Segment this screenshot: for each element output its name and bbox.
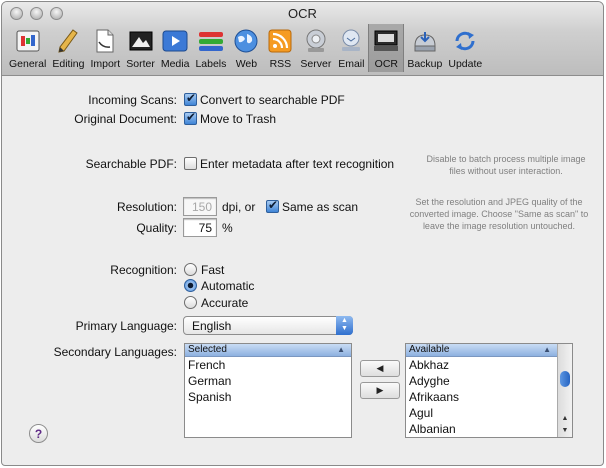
same-as-scan-checkbox[interactable]	[266, 198, 279, 213]
move-left-button[interactable]: ◀	[360, 360, 400, 377]
import-icon	[91, 27, 119, 55]
quality-field[interactable]: 75	[183, 218, 217, 237]
resolution-hint: Set the resolution and JPEG quality of t…	[409, 197, 589, 231]
list-item[interactable]: Abkhaz	[406, 357, 572, 373]
toolbar-item-ocr[interactable]: OCR	[368, 24, 405, 72]
convert-to-pdf-text: Convert to searchable PDF	[200, 93, 345, 107]
help-button[interactable]: ?	[29, 424, 48, 443]
preferences-toolbar: General Editing Import Sorter Media Labe…	[6, 24, 485, 72]
list-item[interactable]: Spanish	[185, 389, 351, 405]
toolbar-item-rss[interactable]: RSS	[263, 24, 297, 72]
toolbar-item-media[interactable]: Media	[158, 24, 193, 72]
list-item[interactable]: Agul	[406, 405, 572, 421]
toolbar-label: Sorter	[126, 58, 155, 70]
toolbar-label: Media	[160, 58, 190, 70]
move-to-trash-checkbox[interactable]	[184, 110, 197, 125]
toolbar-label: Update	[448, 58, 483, 70]
recognition-fast-text: Fast	[201, 263, 225, 277]
sort-ascending-icon: ▲	[337, 345, 345, 354]
selected-header-text: Selected	[188, 344, 227, 355]
toolbar-label: Email	[338, 58, 365, 70]
move-right-button[interactable]: ▶	[360, 382, 400, 399]
list-item[interactable]: French	[185, 357, 351, 373]
toolbar-item-import[interactable]: Import	[87, 24, 123, 72]
window-title: OCR	[288, 6, 317, 21]
scroll-down-arrow-icon[interactable]: ▼	[558, 425, 572, 437]
enter-metadata-checkbox[interactable]	[184, 157, 197, 170]
general-icon	[14, 27, 42, 55]
recognition-fast-radio[interactable]	[184, 263, 197, 276]
server-icon	[302, 27, 330, 55]
quality-label: Quality:	[136, 221, 177, 235]
toolbar-item-server[interactable]: Server	[297, 24, 334, 72]
toolbar-label: Editing	[52, 58, 85, 70]
email-icon	[337, 27, 365, 55]
same-as-scan-text: Same as scan	[282, 200, 359, 214]
toolbar-item-web[interactable]: Web	[229, 24, 263, 72]
list-item[interactable]: German	[185, 373, 351, 389]
sorter-icon	[127, 27, 155, 55]
primary-language-value: English	[192, 319, 232, 333]
toolbar-label: RSS	[269, 58, 292, 70]
ocr-settings-panel: Incoming Scans: Convert to searchable PD…	[2, 77, 603, 465]
preferences-window: OCR General Editing Import Sorter Media …	[1, 1, 604, 466]
toolbar-label: Server	[300, 58, 332, 70]
searchable-pdf-hint: Disable to batch process multiple image …	[426, 154, 586, 176]
primary-language-popup[interactable]: English ▲ ▼	[183, 316, 353, 335]
toolbar-label: General	[9, 58, 47, 70]
labels-icon	[197, 27, 225, 55]
recognition-automatic-radio[interactable]	[184, 279, 197, 292]
rss-icon	[266, 27, 294, 55]
toolbar-label: Backup	[407, 58, 443, 70]
scroll-thumb[interactable]	[560, 371, 570, 387]
resolution-unit: dpi, or	[222, 200, 256, 214]
move-to-trash-text: Move to Trash	[200, 112, 277, 126]
media-icon	[161, 27, 189, 55]
backup-icon	[411, 27, 439, 55]
list-item[interactable]: Adyghe	[406, 373, 572, 389]
resolution-label: Resolution:	[116, 200, 177, 214]
toolbar-item-backup[interactable]: Backup	[404, 24, 445, 72]
toolbar-item-update[interactable]: Update	[445, 24, 485, 72]
secondary-languages-label: Secondary Languages:	[53, 345, 177, 359]
available-list-scrollbar[interactable]: ▲ ▼	[557, 344, 572, 437]
toolbar-item-general[interactable]: General	[6, 24, 49, 72]
recognition-accurate-text: Accurate	[201, 296, 249, 310]
ocr-icon	[372, 27, 400, 55]
toolbar-label: OCR	[374, 58, 398, 70]
update-icon	[451, 27, 479, 55]
convert-to-pdf-checkbox[interactable]	[184, 91, 197, 106]
updown-arrows-icon: ▲ ▼	[336, 316, 353, 335]
enter-metadata-text: Enter metadata after text recognition	[200, 157, 395, 171]
quality-unit: %	[222, 221, 233, 235]
recognition-automatic-text: Automatic	[201, 279, 255, 293]
incoming-scans-label: Incoming Scans:	[88, 93, 177, 107]
globe-icon	[232, 27, 260, 55]
recognition-label: Recognition:	[110, 263, 177, 277]
sort-ascending-icon: ▲	[543, 345, 551, 354]
toolbar-label: Web	[235, 58, 258, 70]
toolbar-item-email[interactable]: Email	[334, 24, 368, 72]
recognition-accurate-radio[interactable]	[184, 296, 197, 309]
toolbar-item-sorter[interactable]: Sorter	[123, 24, 158, 72]
available-languages-list[interactable]: Available ▲ Abkhaz Adyghe Afrikaans Agul…	[405, 343, 573, 438]
original-document-label: Original Document:	[74, 112, 177, 126]
toolbar-item-editing[interactable]: Editing	[49, 24, 87, 72]
resolution-field[interactable]: 150	[183, 197, 217, 216]
list-item[interactable]: Albanian	[406, 421, 572, 437]
list-item[interactable]: Afrikaans	[406, 389, 572, 405]
toolbar-item-labels[interactable]: Labels	[192, 24, 229, 72]
primary-language-label: Primary Language:	[75, 319, 177, 333]
available-column-header[interactable]: Available ▲	[406, 344, 557, 357]
selected-languages-list[interactable]: Selected ▲ French German Spanish	[184, 343, 352, 438]
available-header-text: Available	[409, 344, 450, 355]
searchable-pdf-label: Searchable PDF:	[85, 157, 177, 171]
title-bar: OCR General Editing Import Sorter Media …	[2, 2, 603, 76]
toolbar-label: Labels	[195, 58, 227, 70]
scroll-up-arrow-icon[interactable]: ▲	[558, 413, 572, 425]
toolbar-label: Import	[90, 58, 121, 70]
selected-column-header[interactable]: Selected ▲	[185, 344, 351, 357]
pencil-icon	[54, 27, 82, 55]
